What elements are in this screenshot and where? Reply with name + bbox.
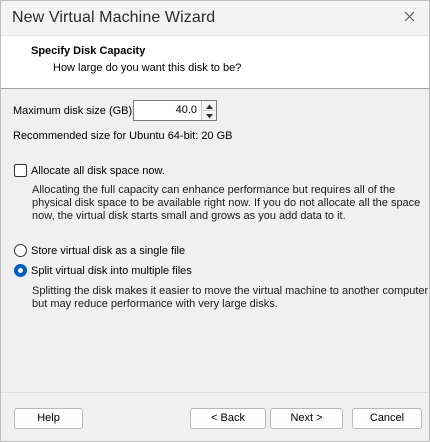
cancel-button[interactable]: Cancel [352, 408, 422, 429]
stepper-buttons [201, 101, 216, 120]
window-title: New Virtual Machine Wizard [12, 9, 216, 26]
wizard-window: New Virtual Machine Wizard Specify Disk … [0, 0, 430, 442]
recommended-size-text: Recommended size for Ubuntu 64-bit: 20 G… [13, 130, 233, 142]
max-disk-size-label: Maximum disk size (GB): [13, 105, 136, 117]
multiple-files-radio[interactable] [14, 264, 27, 277]
allocate-description-line-2: physical disk space to be available righ… [32, 197, 421, 209]
allocate-description-line-1: Allocating the full capacity can enhance… [32, 184, 396, 196]
single-file-label[interactable]: Store virtual disk as a single file [31, 245, 185, 257]
allocate-description: Allocating the full capacity can enhance… [32, 184, 420, 223]
help-button[interactable]: Help [14, 408, 83, 429]
footer-divider [1, 392, 429, 393]
page-subtitle: How large do you want this disk to be? [53, 62, 242, 74]
allocate-all-label[interactable]: Allocate all disk space now. [31, 165, 165, 177]
split-description-line-2: but may reduce performance with very lar… [32, 298, 278, 310]
max-disk-size-stepper[interactable] [133, 100, 217, 121]
chevron-down-icon [205, 110, 213, 122]
title-bar: New Virtual Machine Wizard [1, 1, 429, 35]
close-button[interactable] [395, 5, 423, 31]
max-disk-size-input[interactable] [134, 101, 200, 120]
split-description: Splitting the disk makes it easier to mo… [32, 285, 428, 311]
allocate-all-checkbox[interactable] [14, 164, 27, 177]
close-icon [404, 11, 415, 25]
single-file-radio[interactable] [14, 244, 27, 257]
allocate-description-line-3: now, the virtual disk starts small and g… [32, 210, 346, 222]
page-title: Specify Disk Capacity [31, 45, 146, 57]
stepper-down-button[interactable] [202, 110, 216, 120]
next-button[interactable]: Next > [270, 408, 343, 429]
header-panel: Specify Disk Capacity How large do you w… [1, 35, 429, 89]
back-button[interactable]: < Back [190, 408, 266, 429]
multiple-files-label[interactable]: Split virtual disk into multiple files [31, 265, 192, 277]
split-description-line-1: Splitting the disk makes it easier to mo… [32, 285, 429, 297]
